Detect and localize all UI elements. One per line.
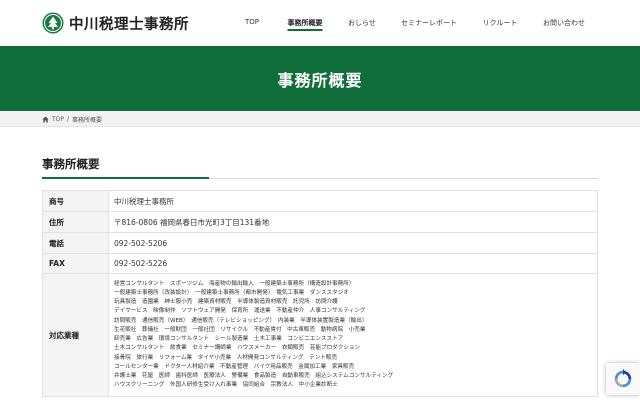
business-line: 生花販社 葬儀社 一般財団 一般社団 リサイクル 不動産賃付 中古車販売 動物病… — [114, 326, 366, 333]
main-nav: TOP 事務所概要 おしらせ セミナーレポート リクルート お問い合わせ — [0, 18, 640, 32]
business-line: 経営コンサルタント スポーツジム 海産物の輸出輸入 一般建築士事務所（構造設計事… — [114, 280, 355, 287]
table-row-address: 住所 〒816-0806 福岡県春日市光町3丁目131番地 — [42, 211, 598, 233]
page-hero: 事務所概要 — [0, 46, 640, 111]
page-title: 事務所概要 — [277, 70, 363, 90]
nav-contact[interactable]: お問い合わせ — [543, 18, 585, 28]
recaptcha-badge[interactable] — [606, 363, 640, 395]
office-info-table: 商号 中川税理士事務所 住所 〒816-0806 福岡県春日市光町3丁目131番… — [42, 190, 598, 397]
table-row-company-name: 商号 中川税理士事務所 — [42, 190, 598, 212]
nav-top[interactable]: TOP — [245, 18, 259, 26]
row-value-company-name: 中川税理士事務所 — [108, 190, 598, 212]
row-label-company-name: 商号 — [42, 190, 109, 212]
business-line: 卸売業 広告業 環境コンサルタント シール製造業 土木工事業 コンビニエンススト… — [114, 336, 344, 342]
nav-recruit-label: リクルート — [482, 19, 518, 27]
nav-top-label: TOP — [244, 18, 260, 26]
nav-office-overview-label: 事務所概要 — [287, 19, 323, 27]
business-line: 訪問販売 通信販売（WEB） 通信販売（テレビショッピング） 内装業 半導体装置… — [114, 317, 368, 324]
home-icon — [42, 116, 49, 123]
nav-active-underline — [287, 29, 323, 31]
business-line: デイサービス 映像制作 ソフトウェア開発 保育所 運送業 不動産仲介 人事コンサ… — [114, 308, 366, 315]
nav-office-overview[interactable]: 事務所概要 — [287, 18, 323, 31]
nav-recruit[interactable]: リクルート — [483, 18, 518, 28]
row-value-address: 〒816-0806 福岡県春日市光町3丁目131番地 — [108, 211, 598, 233]
table-row-business-types: 対応業種 経営コンサルタント スポーツジム 海産物の輸出輸入 一般建築士事務所（… — [42, 273, 598, 397]
nav-news[interactable]: おしらせ — [348, 18, 376, 28]
section-divider-accent — [42, 177, 209, 179]
business-line: 玩具製造 造園業 紳士服小売 建築資材販売 半導体製造資材販売 託児所 訪問介護 — [114, 299, 338, 305]
row-label-address: 住所 — [42, 211, 109, 233]
breadcrumb-separator: / — [67, 116, 70, 123]
table-row-fax: FAX 092-502-5226 — [42, 253, 598, 274]
breadcrumb-home-link[interactable]: TOP — [52, 116, 64, 123]
nav-seminar-report-label: セミナーレポート — [401, 19, 457, 27]
row-label-business-types: 対応業種 — [42, 273, 109, 397]
breadcrumb: TOP / 事務所概要 — [42, 115, 102, 124]
nav-contact-label: お問い合わせ — [543, 19, 585, 27]
row-label-phone: 電話 — [42, 232, 109, 254]
business-line: コールセンター業 ドクター人材紹介業 不動産管理 バイク用品販売 金属加工業 家… — [114, 363, 355, 370]
row-value-fax: 092-502-5226 — [108, 253, 598, 274]
row-label-fax: FAX — [42, 253, 109, 274]
site-header: 中川税理士事務所 TOP 事務所概要 おしらせ セミナーレポート リクルート お… — [0, 0, 640, 46]
business-line: 弁護士業 花屋 医師 歯科医師 医療法人 警備業 食品製造 自動車販売 組込シス… — [114, 373, 394, 379]
row-value-phone: 092-502-5206 — [108, 232, 598, 254]
nav-seminar-report[interactable]: セミナーレポート — [401, 18, 457, 28]
row-value-business-types: 経営コンサルタント スポーツジム 海産物の輸出輸入 一般建築士事務所（構造設計事… — [108, 273, 598, 397]
breadcrumb-current: 事務所概要 — [72, 117, 103, 124]
business-line: ハウスクリーニング 外国人研修生受け入れ事業 協同組合 宗教法人 中小企業診断士 — [114, 382, 338, 389]
business-line: 接骨院 旅行業 リフォーム業 タイヤ小売業 人材開発コンサルティング テント販売 — [114, 354, 338, 361]
business-line: 一般建築士事務所（改装設計） 一般建築士事務所（都市開発） 電気工事業 ダンスス… — [114, 289, 349, 296]
table-row-phone: 電話 092-502-5206 — [42, 232, 598, 254]
section-title: 事務所概要 — [42, 157, 100, 171]
breadcrumb-bar: TOP / 事務所概要 — [0, 111, 640, 127]
business-line: 土木コンサルタント 飲食業 セミナー講師業 ハウスメーカー 衣類販売 芸能プロダ… — [114, 345, 361, 352]
nav-news-label: おしらせ — [348, 19, 376, 27]
recaptcha-icon — [614, 368, 632, 388]
